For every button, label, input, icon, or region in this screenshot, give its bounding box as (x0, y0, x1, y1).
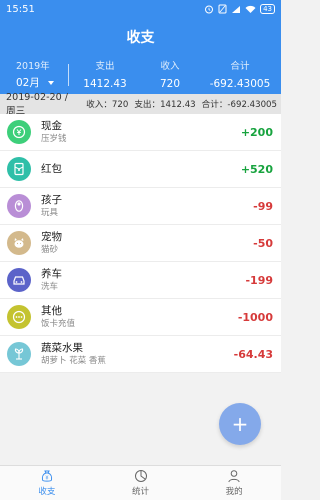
cash-icon (7, 120, 31, 144)
item-amount: +200 (240, 125, 273, 139)
total-label: 合计 (230, 61, 250, 72)
tab-statistics[interactable]: 统计 (94, 466, 188, 500)
month-select[interactable]: 02月 (16, 75, 68, 90)
day-date: 2019-02-20 / 周三 (6, 91, 69, 117)
caret-down-icon (47, 80, 54, 85)
vegetable-icon (7, 342, 31, 366)
item-amount: -64.43 (233, 347, 273, 361)
wifi-icon (245, 5, 256, 13)
app-header: 15:51 43 收支 2019年 02月 支出 1412.43 收入 720 (0, 0, 281, 94)
user-icon (228, 470, 240, 483)
year-label: 2019年 (16, 61, 50, 72)
plus-icon: + (231, 412, 249, 436)
item-note: 猫砂 (41, 245, 59, 255)
item-amount: -1000 (237, 310, 273, 324)
item-category: 现金 (41, 120, 62, 132)
month-value: 02月 (16, 77, 40, 89)
bottom-nav: ¥ 收支 统计 我的 (0, 465, 281, 500)
item-category: 其他 (41, 305, 62, 317)
date-picker[interactable]: 2019年 02月 (0, 58, 68, 90)
item-amount: +520 (240, 162, 273, 176)
red-packet-icon (7, 157, 31, 181)
income-summary: 收入 720 (141, 58, 199, 90)
item-note: 玩具 (41, 208, 59, 218)
day-expense: 支出：1412.43 (134, 100, 196, 110)
more-icon (7, 305, 31, 329)
pet-icon (7, 231, 31, 255)
signal-icon (232, 5, 241, 13)
expense-value: 1412.43 (83, 78, 127, 90)
item-note: 胡萝卜 花菜 香蕉 (41, 356, 106, 366)
list-item[interactable]: 其他 饭卡充值 -1000 (0, 299, 281, 336)
item-category: 宠物 (41, 231, 62, 243)
item-note: 洗车 (41, 282, 59, 292)
item-amount: -199 (245, 273, 273, 287)
tab-income-expense[interactable]: ¥ 收支 (0, 466, 94, 500)
total-summary: 合计 -692.43005 (199, 58, 281, 90)
list-item[interactable]: 现金 压岁钱 +200 (0, 114, 281, 151)
item-category: 蔬菜水果 (41, 342, 83, 354)
list-item[interactable]: 养车 洗车 -199 (0, 262, 281, 299)
day-header: 2019-02-20 / 周三 收入：720 支出：1412.43 合计：-69… (0, 91, 281, 117)
status-icons: 43 (204, 4, 275, 14)
item-category: 孩子 (41, 194, 62, 206)
list-item[interactable]: 蔬菜水果 胡萝卜 花菜 香蕉 -64.43 (0, 336, 281, 373)
expense-summary: 支出 1412.43 (69, 58, 141, 90)
svg-text:¥: ¥ (45, 476, 48, 482)
money-bag-icon: ¥ (41, 470, 52, 482)
car-icon (7, 268, 31, 292)
page-title: 收支 (126, 30, 155, 46)
no-sim-icon (218, 4, 227, 14)
list-item[interactable]: 宠物 猫砂 -50 (0, 225, 281, 262)
add-record-button[interactable]: + (219, 403, 261, 445)
battery-icon: 43 (260, 4, 275, 14)
tab-label: 我的 (225, 487, 243, 497)
tab-mine[interactable]: 我的 (187, 466, 281, 500)
list-item[interactable]: 红包 +520 (0, 151, 281, 188)
status-bar: 15:51 43 (0, 0, 281, 18)
day-total: 合计：-692.43005 (201, 100, 277, 110)
item-note: 压岁钱 (41, 134, 67, 144)
record-list: 现金 压岁钱 +200 红包 +520 孩子 玩具 -99 宠物 猫砂 -50 … (0, 114, 281, 373)
item-note: 饭卡充值 (41, 319, 76, 329)
total-value: -692.43005 (209, 78, 271, 90)
income-value: 720 (159, 78, 181, 90)
item-category: 养车 (41, 268, 62, 280)
income-label: 收入 (160, 61, 180, 72)
summary-bar: 2019年 02月 支出 1412.43 收入 720 合计 -692.4300… (0, 58, 281, 90)
baby-icon (7, 194, 31, 218)
item-amount: -99 (253, 199, 273, 213)
list-item[interactable]: 孩子 玩具 -99 (0, 188, 281, 225)
tab-label: 统计 (132, 487, 150, 497)
status-time: 15:51 (6, 3, 35, 15)
pie-chart-icon (134, 470, 147, 482)
item-amount: -50 (253, 236, 273, 250)
item-category: 红包 (41, 163, 62, 175)
expense-label: 支出 (95, 61, 115, 72)
day-income: 收入：720 (86, 100, 129, 110)
tab-label: 收支 (38, 487, 56, 497)
day-stats: 收入：720 支出：1412.43 合计：-692.43005 (86, 98, 277, 110)
alarm-icon (205, 5, 214, 14)
